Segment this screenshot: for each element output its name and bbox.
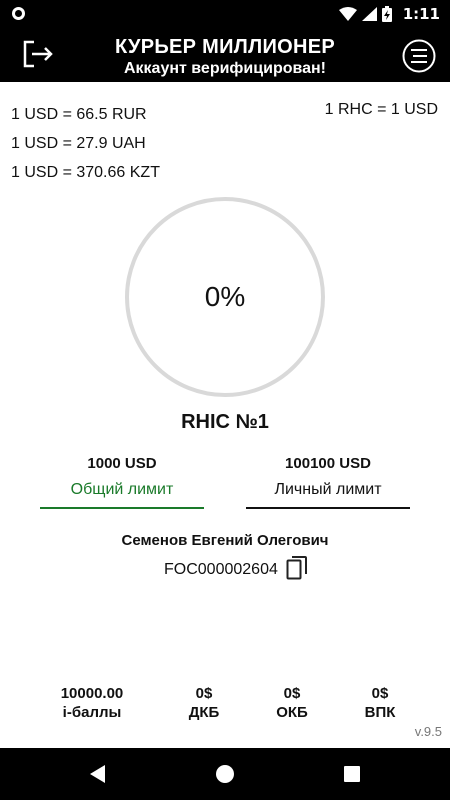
exchange-rates: 1 USD = 66.5 RUR 1 USD = 27.9 UAH 1 USD … — [11, 100, 160, 187]
menu-icon — [402, 39, 436, 73]
tab-personal-limit[interactable]: 100100 USD Личный лимит — [246, 455, 410, 509]
stat-label: ДКБ — [188, 704, 220, 721]
general-limit-amount: 1000 USD — [87, 455, 157, 472]
notification-dot-icon — [12, 7, 25, 20]
rate-rhc: 1 RHC = 1 USD — [324, 101, 438, 118]
stat-value: 10000.00 — [60, 685, 124, 702]
tab-underline — [246, 507, 410, 509]
copy-button[interactable] — [286, 555, 308, 586]
status-bar: 1:11 — [0, 0, 450, 27]
stat-value: 0$ — [371, 685, 389, 702]
app-version: v.9.5 — [414, 724, 442, 739]
rate-kzt: 1 USD = 370.66 KZT — [11, 164, 160, 181]
progress-ring: 0% — [125, 197, 325, 397]
progress-percent: 0% — [204, 281, 246, 312]
copy-icon — [286, 555, 307, 579]
tab-indicator — [40, 507, 204, 509]
stat-ibally: 10000.00 i-баллы — [38, 684, 146, 722]
back-triangle-icon — [90, 765, 105, 783]
recents-square-icon — [344, 766, 360, 782]
menu-button[interactable] — [402, 39, 436, 78]
home-circle-icon — [216, 765, 234, 783]
account-number: FOC000002604 — [164, 561, 278, 578]
general-limit-label: Общий лимит — [70, 481, 174, 498]
card-title: RHIC №1 — [181, 411, 269, 433]
stat-dkb: 0$ ДКБ — [174, 684, 234, 722]
rate-uah: 1 USD = 27.9 UAH — [11, 135, 146, 152]
nav-recents-button[interactable] — [340, 762, 364, 786]
owner-name: Семенов Евгений Олегович — [121, 532, 329, 549]
stat-value: 0$ — [283, 685, 301, 702]
balance-stats: 10000.00 i-баллы 0$ ДКБ 0$ ОКБ 0$ ВПК — [0, 684, 450, 728]
signal-icon — [362, 7, 377, 21]
stat-label: ВПК — [364, 704, 396, 721]
personal-limit-amount: 100100 USD — [285, 455, 371, 472]
rate-rub: 1 USD = 66.5 RUR — [11, 106, 147, 123]
app-header: КУРЬЕР МИЛЛИОНЕР Аккаунт верифицирован! — [0, 27, 450, 82]
stat-vpk: 0$ ВПК — [350, 684, 410, 722]
verification-status: Аккаунт верифицирован! — [123, 60, 326, 77]
stat-label: ОКБ — [276, 704, 308, 721]
stat-okb: 0$ ОКБ — [262, 684, 322, 722]
stat-label: i-баллы — [62, 704, 122, 721]
stat-value: 0$ — [195, 685, 213, 702]
status-time: 1:11 — [402, 5, 440, 23]
nav-home-button[interactable] — [213, 762, 237, 786]
nav-back-button[interactable] — [86, 762, 110, 786]
system-nav-bar — [0, 748, 450, 800]
status-icons — [339, 6, 392, 22]
app-title: КУРЬЕР МИЛЛИОНЕР — [114, 36, 336, 58]
tab-general-limit[interactable]: 1000 USD Общий лимит — [40, 455, 204, 509]
account-row: FOC000002604 — [164, 555, 308, 586]
personal-limit-label: Личный лимит — [274, 481, 382, 498]
wifi-icon — [339, 7, 357, 21]
battery-charging-icon — [382, 6, 392, 22]
